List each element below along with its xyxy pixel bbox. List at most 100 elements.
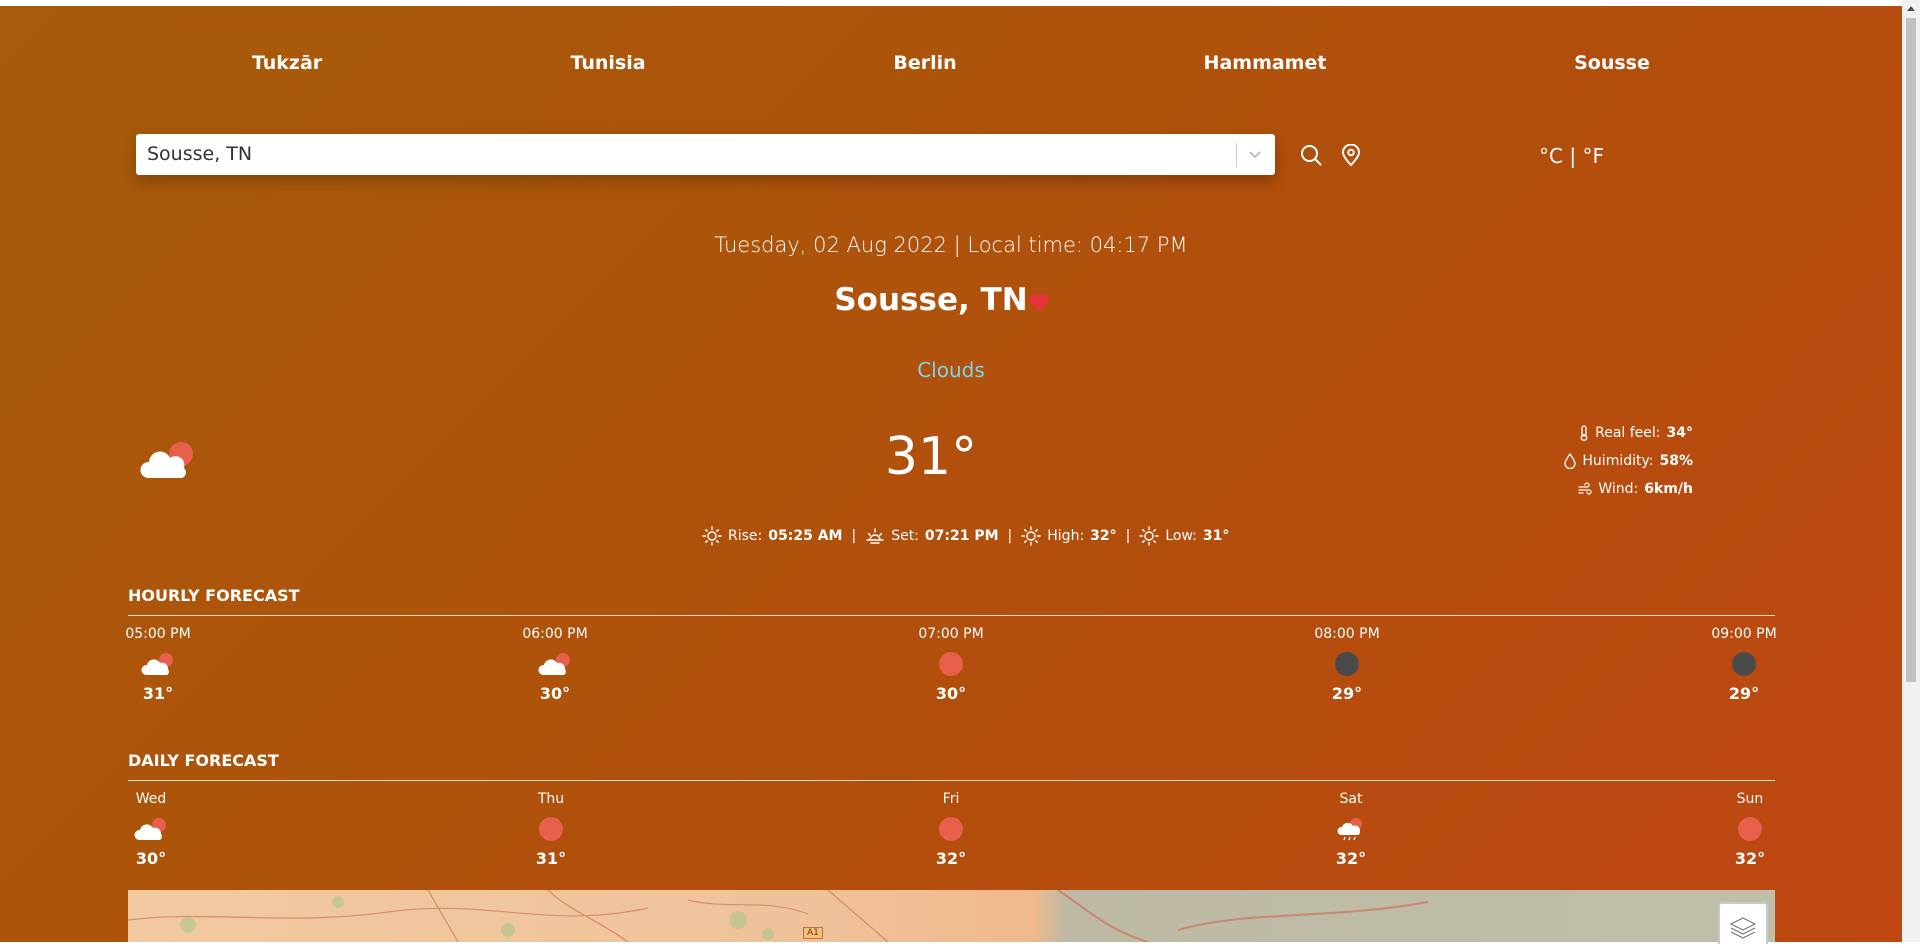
divider: | xyxy=(851,528,857,544)
layers-icon xyxy=(1729,917,1757,939)
wind-label: Wind: xyxy=(1598,481,1639,497)
real-feel-label: Real feel: xyxy=(1595,425,1661,441)
sunrise-icon xyxy=(702,526,722,546)
humidity-label: Huimidity: xyxy=(1582,453,1654,469)
real-feel-row: Real feel: 34° xyxy=(1579,423,1693,443)
hourly-temp: 30° xyxy=(935,684,967,703)
daily-item: Wed 30° xyxy=(91,791,211,868)
nav-link-hammamet[interactable]: Hammamet xyxy=(1204,52,1327,74)
daily-day: Thu xyxy=(537,791,565,807)
road-label: A1 xyxy=(803,927,823,939)
moon-icon xyxy=(1732,652,1756,676)
cloud-rain-sun-icon xyxy=(1337,818,1362,841)
hourly-temp: 30° xyxy=(539,684,571,703)
sun-icon xyxy=(539,817,563,841)
sunset-label: Set: xyxy=(891,528,919,544)
select-divider xyxy=(1236,143,1237,167)
nav-link-tukzar[interactable]: Tukzār xyxy=(252,52,322,74)
city-title: Sousse, TN xyxy=(834,282,1028,318)
search-value[interactable]: Sousse, TN xyxy=(147,143,252,165)
hourly-item: 07:00 PM 30° xyxy=(891,626,1011,703)
humidity-value: 58% xyxy=(1659,453,1693,469)
sun-info-row: Rise: 05:25 AM | Set: 07:21 PM | High: 3… xyxy=(702,525,1229,547)
low-label: Low: xyxy=(1165,528,1197,544)
search-icon[interactable] xyxy=(1300,144,1322,166)
daily-day: Sat xyxy=(1339,791,1363,807)
low-value: 31° xyxy=(1202,528,1230,544)
celsius-button[interactable]: °C xyxy=(1539,144,1563,168)
daily-divider xyxy=(128,780,1775,781)
sun-icon xyxy=(1021,526,1041,546)
sunset-value: 07:21 PM xyxy=(924,528,999,544)
city-shortcuts-nav: Tukzār Tunisia Berlin Hammamet Sousse xyxy=(0,52,1902,78)
sun-icon xyxy=(1139,526,1160,546)
nav-link-tunisia[interactable]: Tunisia xyxy=(570,52,645,74)
nav-link-sousse[interactable]: Sousse xyxy=(1574,52,1650,74)
daily-item: Sun 32° xyxy=(1690,791,1810,868)
scrollbar-thumb[interactable] xyxy=(1906,18,1916,682)
wind-icon xyxy=(1578,482,1592,495)
map-layers-button[interactable] xyxy=(1718,902,1768,944)
favorite-heart-icon[interactable] xyxy=(1028,292,1050,312)
wind-row: Wind: 6km/h xyxy=(1578,479,1693,499)
droplet-icon xyxy=(1564,453,1577,469)
daily-temp: 31° xyxy=(535,849,567,868)
nav-link-berlin[interactable]: Berlin xyxy=(893,52,956,74)
hourly-temp: 29° xyxy=(1728,684,1760,703)
hourly-forecast-title: Hourly Forecast xyxy=(128,586,300,605)
unit-separator: | xyxy=(1569,144,1577,168)
page-scrollbar[interactable] xyxy=(1902,0,1920,942)
low-item: Low: 31° xyxy=(1139,526,1229,546)
hourly-time: 07:00 PM xyxy=(918,626,984,642)
real-feel-value: 34° xyxy=(1666,425,1693,441)
daily-item: Fri 32° xyxy=(891,791,1011,868)
sunrise-value: 05:25 AM xyxy=(768,528,843,544)
daily-day: Fri xyxy=(942,791,960,807)
location-pin-icon[interactable] xyxy=(1341,144,1361,166)
scroll-up-arrow-icon[interactable] xyxy=(1907,6,1915,11)
wind-value: 6km/h xyxy=(1644,481,1693,497)
weather-condition: Clouds xyxy=(917,358,985,382)
fahrenheit-button[interactable]: °F xyxy=(1582,144,1604,168)
hourly-time: 08:00 PM xyxy=(1314,626,1380,642)
daily-item: Sat 32° xyxy=(1291,791,1411,868)
daily-temp: 32° xyxy=(1335,849,1367,868)
humidity-row: Huimidity: 58% xyxy=(1564,451,1693,471)
map-roads xyxy=(128,890,1429,942)
sun-icon xyxy=(939,817,963,841)
daily-temp: 32° xyxy=(1734,849,1766,868)
hourly-time: 09:00 PM xyxy=(1711,626,1777,642)
hourly-temp: 29° xyxy=(1331,684,1363,703)
sunset-item: Set: 07:21 PM xyxy=(865,526,999,546)
divider: | xyxy=(1007,528,1013,544)
sun-icon xyxy=(939,652,963,676)
sunrise-label: Rise: xyxy=(728,528,763,544)
high-item: High: 32° xyxy=(1021,526,1117,546)
divider: | xyxy=(1125,528,1131,544)
high-value: 32° xyxy=(1090,528,1117,544)
cloud-sun-icon xyxy=(134,818,166,840)
sunset-icon xyxy=(866,528,884,544)
hourly-item: 06:00 PM 30° xyxy=(495,626,615,703)
weather-map[interactable] xyxy=(128,890,1775,942)
daily-forecast-title: Daily Forecast xyxy=(128,751,279,770)
high-label: High: xyxy=(1047,528,1085,544)
current-temperature: 31° xyxy=(884,427,978,487)
hourly-time: 06:00 PM xyxy=(522,626,588,642)
city-search-select[interactable]: Sousse, TN xyxy=(136,134,1275,175)
moon-icon xyxy=(1335,652,1359,676)
hourly-item: 05:00 PM 31° xyxy=(98,626,218,703)
sunrise-item: Rise: 05:25 AM xyxy=(702,526,842,546)
thermometer-icon xyxy=(1580,425,1588,441)
hourly-temp: 31° xyxy=(142,684,174,703)
chevron-down-icon[interactable] xyxy=(1247,146,1263,162)
sun-icon xyxy=(1738,817,1762,841)
hourly-item: 09:00 PM 29° xyxy=(1684,626,1804,703)
daily-temp: 30° xyxy=(135,849,167,868)
daily-item: Thu 31° xyxy=(491,791,611,868)
local-datetime: Tuesday, 02 Aug 2022 | Local time: 04:17… xyxy=(714,233,1188,257)
unit-toggle: °C | °F xyxy=(1539,144,1604,168)
cloud-sun-icon xyxy=(538,653,570,675)
hourly-time: 05:00 PM xyxy=(125,626,191,642)
hourly-item: 08:00 PM 29° xyxy=(1287,626,1407,703)
